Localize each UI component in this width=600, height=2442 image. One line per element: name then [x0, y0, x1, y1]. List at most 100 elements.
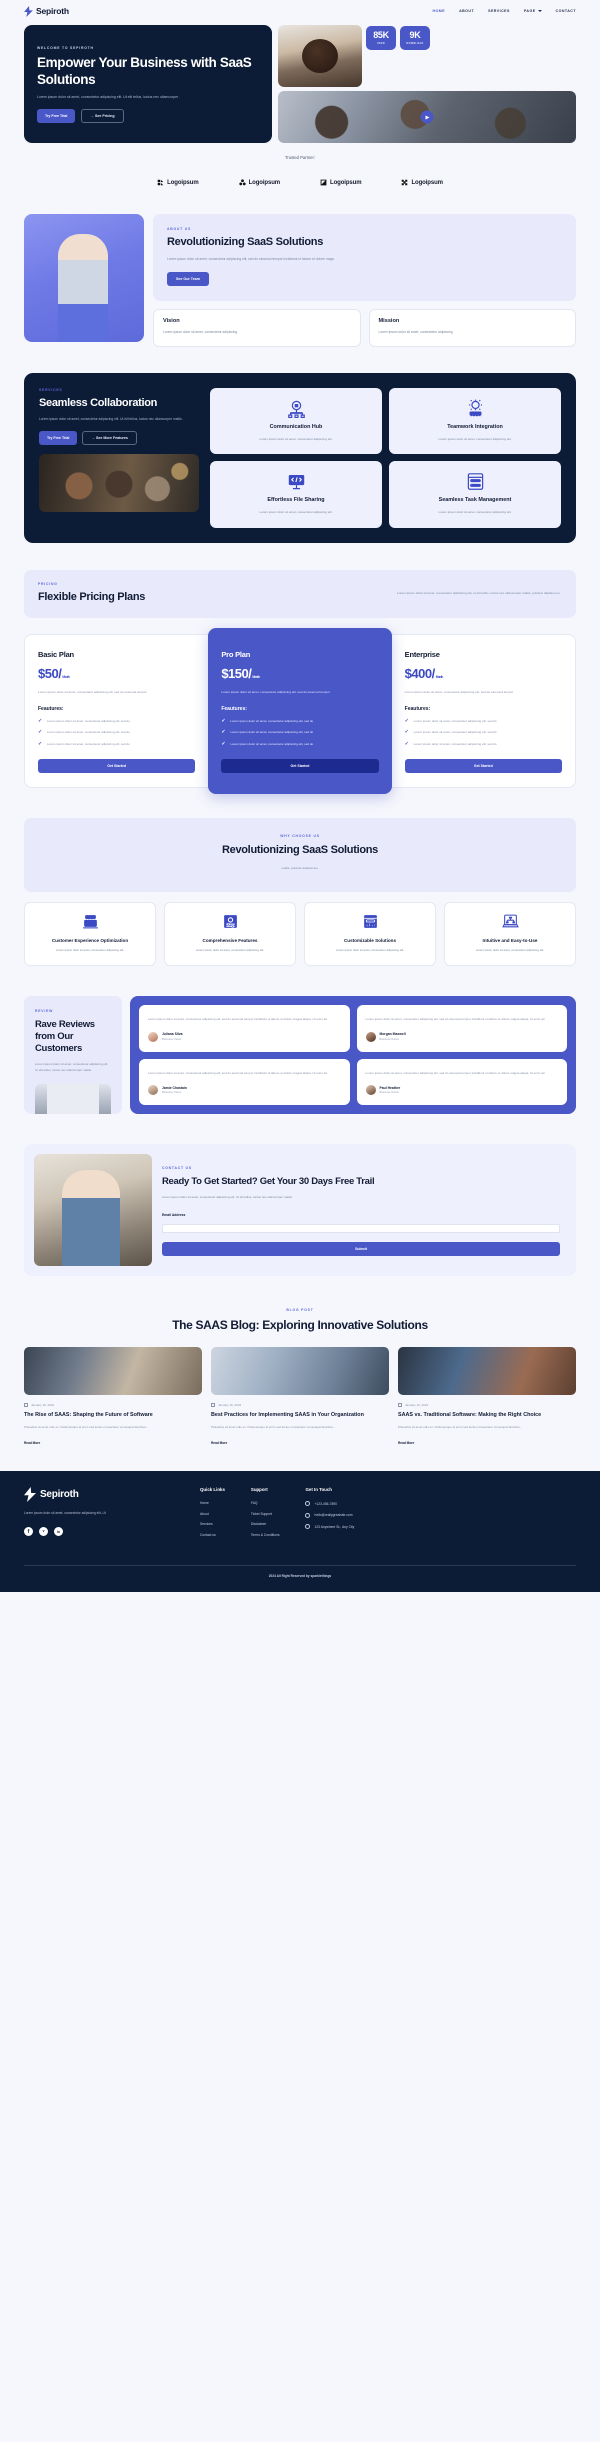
get-started-button-enterprise[interactable]: Get Started — [404, 759, 562, 774]
blog-post-excerpt: Phasellus sit amet odio ex. Pellentesque… — [24, 1425, 149, 1430]
footer-link-contact-us[interactable]: Contact us — [200, 1533, 225, 1537]
partner-item: Logoipsum — [238, 179, 280, 186]
monitor-stars-icon — [32, 912, 148, 932]
why-card-title: Customizable Solutions — [343, 937, 397, 943]
plan-description: Lorem ipsum dolor sit amet, consectetur … — [38, 689, 147, 694]
review-author-info: Juliana Silva Business Owner — [162, 1032, 183, 1041]
pricing-plans: Basic Plan $50/Month Lorem ipsum dolor s… — [24, 627, 576, 795]
blog-section: BLOG POST The SAAS Blog: Exploring Innov… — [0, 1308, 600, 1449]
submit-button[interactable]: Submit — [162, 1241, 560, 1256]
check-icon: ✓ — [38, 729, 43, 736]
hero-video-thumbnail[interactable] — [278, 91, 576, 143]
why-card-title: Customer Experience Optimization — [51, 937, 129, 943]
landing-page: Sepiroth HOME ABOUT SERVICES PAGE CONTAC… — [0, 0, 600, 1593]
why-card-customizable-solutions[interactable]: Customizable Solutions Lorem ipsum dolor… — [304, 901, 436, 967]
footer-phone[interactable]: +123-456-7890 — [305, 1501, 354, 1507]
partners-title: Trusted Partner: — [284, 155, 316, 160]
monitor-code-icon — [217, 471, 375, 491]
avatar — [365, 1031, 376, 1042]
footer-link-faq[interactable]: FAQ — [251, 1501, 280, 1505]
stat-users-label: USER — [376, 42, 386, 46]
service-text: Lorem ipsum dolor sit amet, consectetur … — [438, 509, 512, 514]
hero-description: Lorem ipsum dolor sit amet, consectetur … — [37, 95, 181, 100]
feature-item: ✓ Lorem ipsum dolor sit amet, consectetur… — [38, 741, 195, 747]
about-content: ABOUT US Revolutionizing SaaS Solutions … — [153, 214, 576, 348]
footer-link-ticket-support[interactable]: Ticket Support — [251, 1512, 280, 1516]
facebook-icon[interactable]: f — [24, 1527, 33, 1537]
review-author-role: Business Owner — [162, 1091, 182, 1095]
review-author-name: Juliana Silva — [162, 1032, 183, 1037]
service-card-task-management[interactable]: Seamless Task Management Lorem ipsum dol… — [389, 461, 561, 528]
why-card-comprehensive-features[interactable]: Comprehensive Features Lorem ipsum dolor… — [164, 901, 296, 967]
about-eyebrow: ABOUT US — [167, 227, 192, 231]
why-card-customer-experience[interactable]: Customer Experience Optimization Lorem i… — [24, 901, 156, 967]
blog-post-image — [398, 1346, 576, 1395]
why-card-text: Lorem ipsum dolor sit amet, consectetur … — [335, 948, 405, 953]
review-author-role: Business Owner — [162, 1037, 182, 1041]
footer-top: Sepiroth Lorem ipsum dolor sit amet, con… — [24, 1487, 576, 1537]
service-card-communication-hub[interactable]: Communication Hub Lorem ipsum dolor sit … — [210, 388, 382, 455]
twitter-icon[interactable]: ᵛ — [39, 1527, 48, 1537]
read-more-link[interactable]: Read More — [211, 1441, 227, 1445]
review-text: Lorem ipsum dolor sit amet, consectetur … — [365, 1070, 545, 1075]
nav-item-home[interactable]: HOME — [432, 9, 445, 13]
mission-title: Mission — [378, 317, 400, 324]
service-card-teamwork-integration[interactable]: Teamwork Integration Lorem ipsum dolor s… — [389, 388, 561, 455]
get-started-button-basic[interactable]: Get Started — [38, 759, 196, 774]
see-our-team-button[interactable]: See Our Team — [167, 271, 209, 286]
review-author-name: Paul Heather — [379, 1085, 401, 1090]
review-card: Lorem ipsum dolor sit amet, consectetur … — [356, 1058, 567, 1105]
plan-pro: Pro Plan $150/Month Lorem ipsum dolor si… — [208, 627, 392, 795]
service-card-file-sharing[interactable]: Effortless File Sharing Lorem ipsum dolo… — [210, 461, 382, 528]
why-card-title: Comprehensive Features — [202, 937, 258, 943]
footer-address[interactable]: 123 Anywhere St., Any City — [305, 1524, 354, 1530]
plan-features: ✓ Lorem ipsum dolor sit amet, consectetur… — [38, 718, 195, 747]
service-title: Effortless File Sharing — [267, 497, 325, 504]
feature-item: ✓ Lorem ipsum dolor sit amet, consectetur… — [405, 730, 562, 735]
feature-text: Lorem ipsum dolor sit amet, consectetur … — [230, 730, 314, 735]
nav-item-page[interactable]: PAGE — [524, 9, 542, 13]
review-author: Juliana Silva Business Owner — [148, 1031, 341, 1042]
read-more-link[interactable]: Read More — [398, 1441, 414, 1445]
footer-link-disclaimer[interactable]: Disclaimer — [251, 1522, 280, 1526]
email-field[interactable] — [162, 1224, 560, 1234]
brand-logo[interactable]: Sepiroth — [24, 5, 69, 17]
read-more-link[interactable]: Read More — [24, 1441, 40, 1445]
see-more-features-button[interactable]: → See More Features — [82, 430, 137, 445]
chevron-down-icon — [537, 10, 542, 13]
stat-card-users: 85K USER — [366, 26, 396, 50]
plan-features: ✓ Lorem ipsum dolor sit amet, consectetur… — [221, 718, 378, 747]
plan-name: Enterprise — [404, 649, 440, 659]
cta-title: Ready To Get Started? Get Your 30 Days F… — [162, 1175, 375, 1187]
dashboard-chart-icon — [312, 912, 428, 932]
footer-link-about[interactable]: About — [200, 1512, 225, 1516]
check-icon: ✓ — [221, 740, 226, 747]
hero-title: Empower Your Business with SaaS Solution… — [37, 55, 252, 87]
see-pricing-button[interactable]: → See Pricing — [81, 108, 124, 123]
get-started-button-pro[interactable]: Get Started — [221, 759, 379, 774]
services-section: SERVICES Seamless Collaboration Lorem ip… — [24, 373, 576, 543]
nav-item-about[interactable]: ABOUT — [459, 9, 474, 13]
footer-link-terms[interactable]: Terms & Conditions — [251, 1533, 280, 1537]
review-author-role: Business Owner — [379, 1037, 400, 1041]
blog-post-title[interactable]: SAAS vs. Traditional Software: Making th… — [398, 1412, 576, 1420]
laptop-flow-icon — [452, 912, 568, 932]
nav-item-contact[interactable]: CONTACT — [556, 9, 576, 13]
services-content: SERVICES Seamless Collaboration Lorem ip… — [39, 388, 199, 527]
footer-link-home[interactable]: Home — [200, 1501, 225, 1505]
nav-item-services[interactable]: SERVICES — [488, 9, 510, 13]
linkedin-icon[interactable]: in — [54, 1527, 63, 1537]
services-try-free-trial-button[interactable]: Try Free Trial — [39, 430, 78, 445]
blog-post-title[interactable]: The Rise of SAAS: Shaping the Future of … — [24, 1412, 202, 1420]
footer-link-services[interactable]: Services — [200, 1522, 225, 1526]
blog-post-excerpt: Phasellus sit amet odio ex. Pellentesque… — [211, 1425, 336, 1430]
try-free-trial-button[interactable]: Try Free Trial — [37, 108, 76, 123]
footer-logo[interactable]: Sepiroth — [24, 1487, 174, 1503]
why-card-intuitive-easy-to-use[interactable]: Intuitive and Easy-to-Use Lorem ipsum do… — [444, 901, 576, 967]
footer-email[interactable]: hello@reallygreatsite.com — [305, 1512, 354, 1518]
service-text: Lorem ipsum dolor sit amet, consectetur … — [259, 509, 333, 514]
plan-price-amount: $150/ — [221, 665, 252, 681]
blog-post-title[interactable]: Best Practices for Implementing SAAS in … — [211, 1412, 389, 1420]
plan-price: $50/Month — [38, 666, 195, 681]
play-icon[interactable] — [420, 110, 434, 124]
